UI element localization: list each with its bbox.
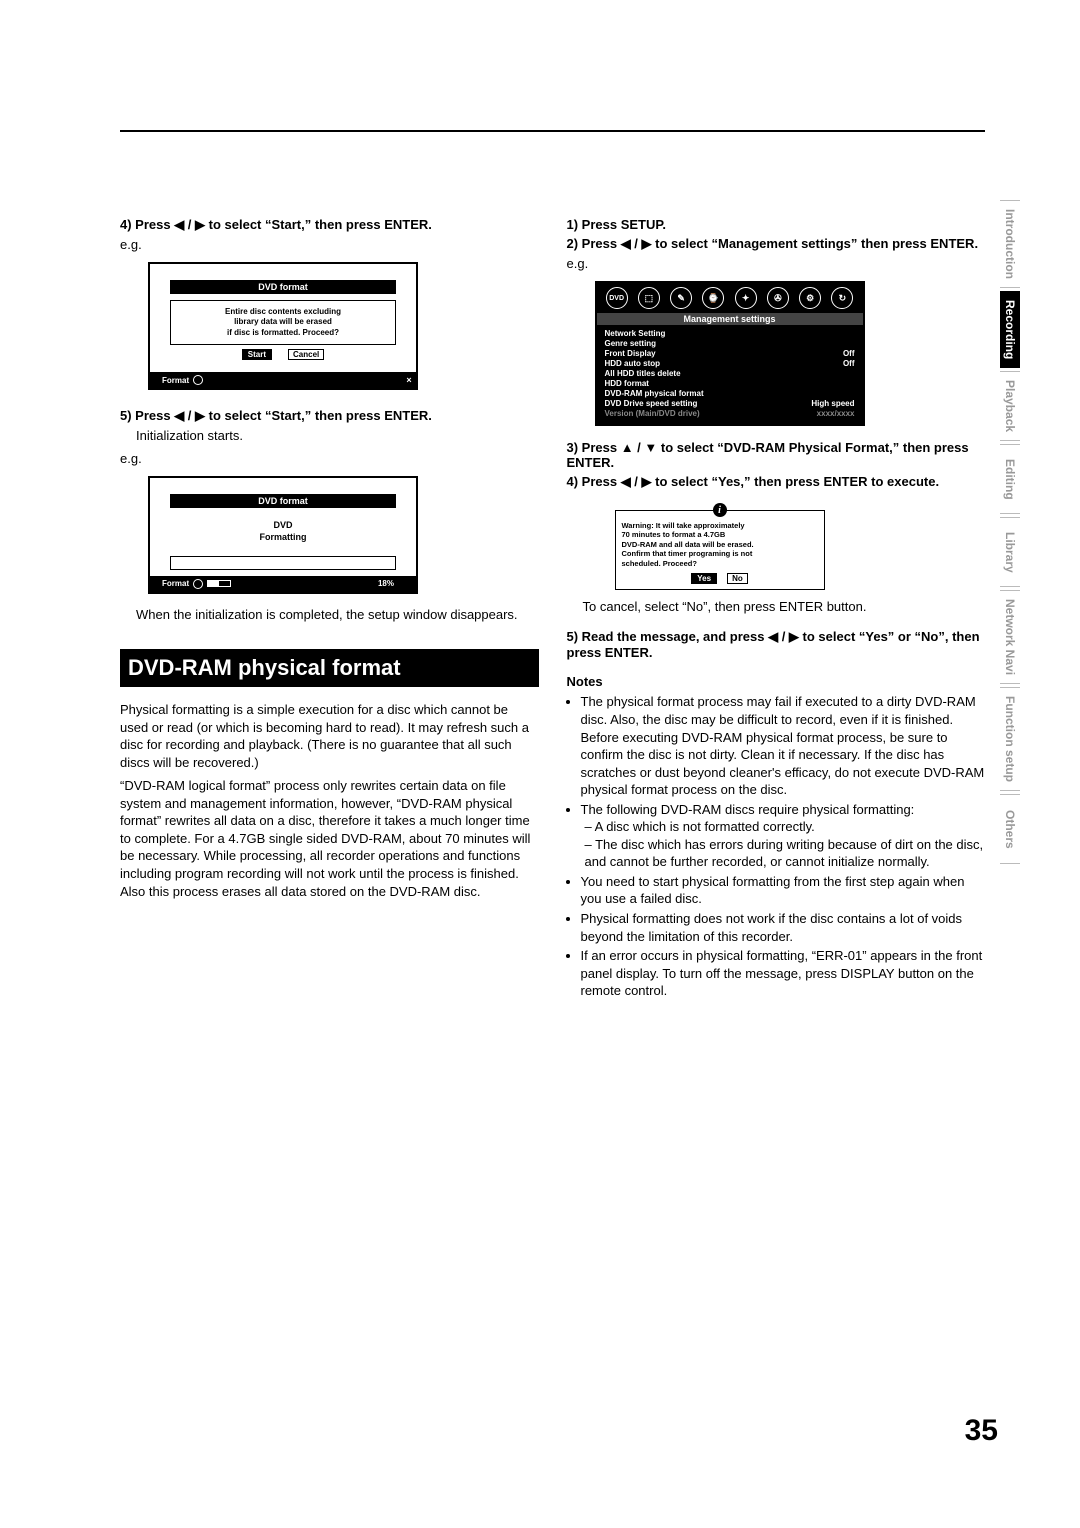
warning-line: Warning: It will take approximately — [622, 521, 818, 530]
notes-list: The physical format process may fail if … — [567, 693, 986, 999]
sidebar-tab-editing[interactable]: Editing — [1000, 444, 1020, 514]
dialog-line: DVD — [176, 520, 390, 532]
menu-icon: ✎ — [670, 287, 692, 309]
warning-line: 70 minutes to format a 4.7GB — [622, 530, 818, 539]
settings-row[interactable]: HDD format — [605, 378, 855, 388]
note-sub-item: – A disc which is not formatted correctl… — [585, 818, 986, 836]
no-button[interactable]: No — [727, 573, 748, 584]
dialog-line: Formatting — [176, 532, 390, 544]
sidebar-tab-playback[interactable]: Playback — [1000, 371, 1020, 441]
cancel-button[interactable]: Cancel — [288, 349, 324, 360]
menu-icon: ⬚ — [638, 287, 660, 309]
body-paragraph-2: “DVD-RAM logical format” process only re… — [120, 777, 539, 900]
settings-row[interactable]: All HDD titles delete — [605, 368, 855, 378]
settings-row[interactable]: Version (Main/DVD drive)xxxx/xxxx — [605, 408, 855, 418]
section-tabs: Introduction Recording Playback Editing Libr… — [1000, 200, 1020, 864]
dialog-title: DVD format — [170, 280, 396, 294]
footer-label: Format — [162, 376, 189, 385]
sidebar-tab-introduction[interactable]: Introduction — [1000, 200, 1020, 288]
menu-icon: ✇ — [767, 287, 789, 309]
step-4r: 4) Press ◀ / ▶ to select “Yes,” then pre… — [567, 474, 986, 490]
step-4: 4) Press ◀ / ▶ to select “Start,” then p… — [120, 217, 539, 233]
dialog-line: library data will be erased — [177, 317, 389, 327]
step-2: 2) Press ◀ / ▶ to select “Management set… — [567, 236, 986, 252]
note-item: You need to start physical formatting fr… — [581, 873, 986, 908]
menu-icon: DVD — [606, 287, 628, 309]
sidebar-tab-recording[interactable]: Recording — [1000, 291, 1020, 368]
info-icon: i — [713, 503, 727, 517]
right-column: 1) Press SETUP. 2) Press ◀ / ▶ to select… — [567, 217, 986, 1002]
settings-row[interactable]: Front DisplayOff — [605, 348, 855, 358]
dialog-title: DVD format — [170, 494, 396, 508]
management-settings-title: Management settings — [597, 313, 863, 325]
settings-row[interactable]: HDD auto stopOff — [605, 358, 855, 368]
menu-icon: ⚙ — [799, 287, 821, 309]
warning-dialog: i Warning: It will take approximately 70… — [615, 510, 825, 590]
step-3: 3) Press ▲ / ▼ to select “DVD-RAM Physic… — [567, 440, 986, 470]
note-sub-item: – The disc which has errors during writi… — [585, 836, 986, 871]
start-button[interactable]: Start — [242, 349, 272, 360]
initialization-done-text: When the initialization is completed, th… — [136, 606, 539, 624]
sidebar-tab-others[interactable]: Others — [1000, 794, 1020, 864]
settings-row[interactable]: DVD-RAM physical format — [605, 388, 855, 398]
cancel-instruction: To cancel, select “No”, then press ENTER… — [583, 598, 986, 616]
disc-icon — [193, 579, 203, 589]
settings-row[interactable]: Genre setting — [605, 338, 855, 348]
note-item: Physical formatting does not work if the… — [581, 910, 986, 945]
warning-line: Confirm that timer programing is not — [622, 549, 818, 558]
menu-icon: ↻ — [831, 287, 853, 309]
close-icon: × — [402, 372, 416, 388]
step-5-sub: Initialization starts. — [136, 428, 539, 443]
progress-bar — [170, 556, 396, 570]
management-settings-screen: DVD ⬚ ✎ ⌚ ✦ ✇ ⚙ ↻ Management settings Ne… — [595, 281, 865, 426]
horizontal-rule — [120, 130, 985, 132]
settings-row[interactable]: DVD Drive speed settingHigh speed — [605, 398, 855, 408]
step-5: 5) Press ◀ / ▶ to select “Start,” then p… — [120, 408, 539, 424]
notes-heading: Notes — [567, 674, 986, 689]
warning-line: DVD-RAM and all data will be erased. — [622, 540, 818, 549]
settings-row[interactable]: Network Setting — [605, 328, 855, 338]
eg-2: e.g. — [120, 451, 539, 466]
note-item: If an error occurs in physical formattin… — [581, 947, 986, 1000]
body-paragraph-1: Physical formatting is a simple executio… — [120, 701, 539, 771]
step-5r: 5) Read the message, and press ◀ / ▶ to … — [567, 629, 986, 660]
page-number: 35 — [965, 1414, 998, 1448]
note-item: The physical format process may fail if … — [581, 693, 986, 798]
sidebar-tab-library[interactable]: Library — [1000, 517, 1020, 587]
sidebar-tab-network-navi[interactable]: Network Navi — [1000, 590, 1020, 684]
yes-button[interactable]: Yes — [691, 573, 717, 584]
warning-line: scheduled. Proceed? — [622, 559, 818, 568]
dialog-line: if disc is formatted. Proceed? — [177, 328, 389, 338]
disc-icon — [193, 375, 203, 385]
eg-1: e.g. — [120, 237, 539, 252]
eg-3: e.g. — [567, 256, 986, 271]
dialog-footer: Format × — [150, 372, 416, 388]
dialog-line: Entire disc contents excluding — [177, 307, 389, 317]
menu-icon: ⌚ — [702, 287, 724, 309]
dialog-message: Entire disc contents excluding library d… — [170, 300, 396, 345]
note-item: The following DVD-RAM discs require phys… — [581, 801, 986, 871]
menu-icon: ✦ — [735, 287, 757, 309]
dialog-footer: Format 18% — [150, 576, 416, 592]
step-1: 1) Press SETUP. — [567, 217, 986, 232]
dvd-format-dialog-2: DVD format DVD Formatting Format 18% — [148, 476, 418, 593]
footer-label: Format — [162, 579, 189, 588]
sidebar-tab-function-setup[interactable]: Function setup — [1000, 687, 1020, 791]
left-column: 4) Press ◀ / ▶ to select “Start,” then p… — [120, 217, 539, 1002]
percent-label: 18% — [378, 579, 394, 588]
section-title: DVD-RAM physical format — [120, 649, 539, 687]
dvd-format-dialog-1: DVD format Entire disc contents excludin… — [148, 262, 418, 390]
progress-icon — [207, 580, 231, 587]
